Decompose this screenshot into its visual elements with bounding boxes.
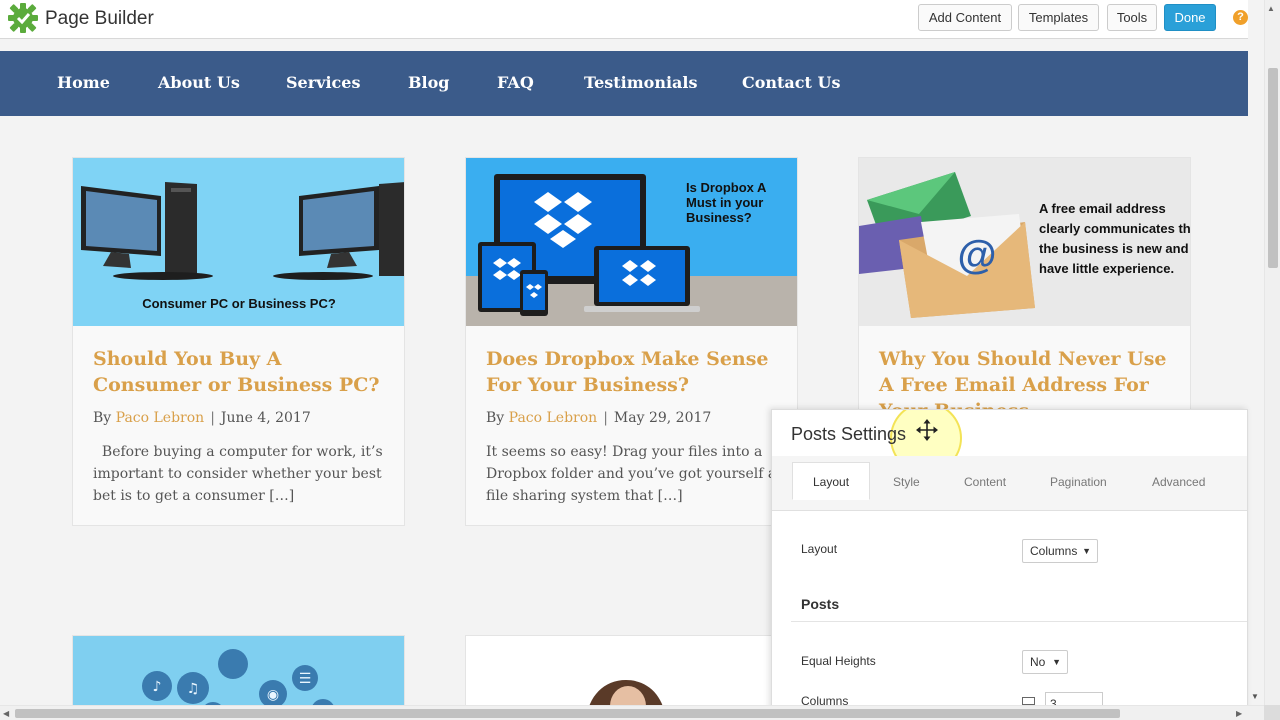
post-author-link[interactable]: Paco Lebron	[509, 410, 598, 426]
page-builder-title: Page Builder	[45, 8, 154, 29]
page-builder-bar: Page Builder Add Content Templates Tools…	[0, 0, 1248, 39]
section-divider	[791, 621, 1247, 622]
scroll-left-arrow-icon[interactable]: ◀	[3, 709, 9, 718]
post-date: May 29, 2017	[613, 410, 712, 426]
post-card: Is Dropbox A Must in your Business? Does…	[465, 157, 798, 526]
nav-blog[interactable]: Blog	[408, 73, 449, 92]
scroll-right-arrow-icon[interactable]: ▶	[1236, 709, 1242, 718]
meta-separator: |	[210, 410, 215, 426]
done-button[interactable]: Done	[1164, 4, 1216, 31]
nav-faq[interactable]: FAQ	[497, 73, 534, 92]
equal-heights-value: No	[1030, 655, 1046, 669]
scroll-down-arrow-icon[interactable]: ▼	[1251, 692, 1259, 701]
layout-label: Layout	[801, 542, 838, 556]
chevron-down-icon: ▼	[1052, 657, 1061, 667]
tab-advanced[interactable]: Advanced	[1152, 475, 1205, 489]
tab-layout[interactable]: Layout	[792, 462, 871, 500]
add-content-button[interactable]: Add Content	[918, 4, 1012, 31]
post-by: By	[93, 410, 112, 426]
chevron-down-icon: ▼	[1082, 546, 1091, 556]
panel-title[interactable]: Posts Settings	[791, 424, 906, 445]
horizontal-scrollbar-thumb[interactable]	[15, 709, 1120, 718]
tools-button[interactable]: Tools	[1107, 4, 1157, 31]
post-title[interactable]: Does Dropbox Make Sense For Your Busines…	[486, 346, 786, 398]
tab-content[interactable]: Content	[964, 475, 1006, 489]
move-arrows-icon[interactable]	[916, 419, 938, 441]
equal-heights-select[interactable]: No ▼	[1022, 650, 1068, 674]
panel-tab-bar: Layout Style Content Pagination Advanced	[772, 456, 1247, 511]
nav-home[interactable]: Home	[57, 73, 110, 92]
tab-pagination[interactable]: Pagination	[1050, 475, 1107, 489]
tab-style[interactable]: Style	[893, 475, 920, 489]
equal-heights-label: Equal Heights	[801, 654, 876, 668]
post-excerpt: Before buying a computer for work, it’s …	[93, 444, 383, 504]
vertical-scrollbar[interactable]	[1264, 0, 1280, 705]
nav-about-us[interactable]: About Us	[158, 73, 240, 92]
post-meta: By Paco Lebron | May 29, 2017	[486, 410, 786, 426]
site-navigation: Home About Us Services Blog FAQ Testimon…	[0, 51, 1248, 116]
section-heading-posts: Posts	[801, 596, 840, 612]
image-caption: Consumer PC or Business PC?	[142, 296, 336, 311]
post-image-dropbox[interactable]: Is Dropbox A Must in your Business?	[466, 158, 797, 326]
svg-text:◉: ◉	[267, 687, 279, 703]
templates-button[interactable]: Templates	[1018, 4, 1099, 31]
post-meta: By Paco Lebron | June 4, 2017	[93, 410, 393, 426]
post-author-link[interactable]: Paco Lebron	[116, 410, 205, 426]
posts-settings-panel: Posts Settings Layout Style Content Pagi…	[771, 409, 1248, 720]
layout-select[interactable]: Columns ▼	[1022, 539, 1098, 563]
svg-text:♪: ♪	[153, 679, 162, 695]
post-excerpt: It seems so easy! Drag your files into a…	[486, 444, 777, 504]
svg-text:@: @	[957, 233, 996, 277]
nav-services[interactable]: Services	[286, 73, 360, 92]
horizontal-scrollbar[interactable]	[0, 705, 1264, 720]
post-image-email[interactable]: @ A free email address clearly communica…	[859, 158, 1190, 326]
post-image-consumer-pc[interactable]: Consumer PC or Business PC?	[73, 158, 404, 326]
svg-text:♫: ♫	[187, 681, 200, 697]
scrollbar-corner	[1264, 705, 1280, 720]
meta-separator: |	[603, 410, 608, 426]
post-by: By	[486, 410, 505, 426]
nav-testimonials[interactable]: Testimonials	[584, 73, 698, 92]
post-card: Consumer PC or Business PC? Should You B…	[72, 157, 405, 526]
scroll-up-arrow-icon[interactable]: ▲	[1267, 4, 1275, 13]
layout-select-value: Columns	[1030, 544, 1078, 558]
post-date: June 4, 2017	[220, 410, 311, 426]
nav-contact-us[interactable]: Contact Us	[742, 73, 840, 92]
svg-text:☰: ☰	[299, 671, 312, 687]
gear-logo-icon	[8, 3, 38, 33]
post-title[interactable]: Should You Buy A Consumer or Business PC…	[93, 346, 393, 398]
question-circle-icon[interactable]: ?	[1233, 10, 1248, 25]
vertical-scrollbar-thumb[interactable]	[1268, 68, 1278, 268]
